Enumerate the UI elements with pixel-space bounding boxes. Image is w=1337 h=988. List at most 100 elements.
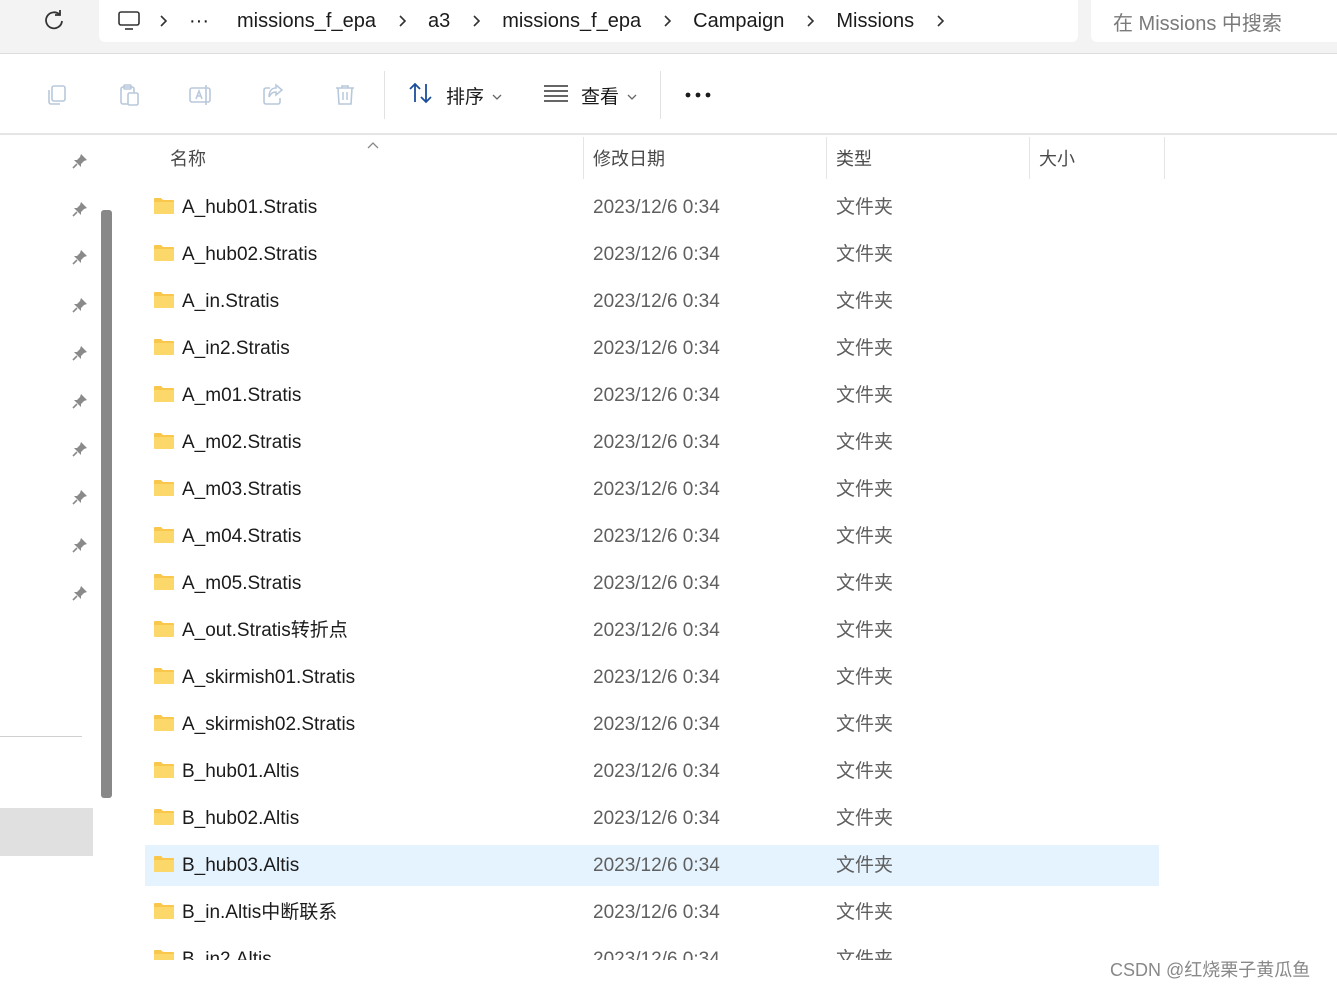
folder-icon: [153, 573, 175, 591]
file-row[interactable]: A_m02.Stratis 2023/12/6 0:34 文件夹: [145, 419, 1159, 466]
more-options-button[interactable]: [678, 75, 718, 115]
file-type: 文件夹: [836, 478, 894, 500]
toolbar-divider: [660, 71, 661, 119]
file-type: 文件夹: [836, 384, 894, 406]
file-row[interactable]: A_m03.Stratis 2023/12/6 0:34 文件夹: [145, 466, 1159, 513]
file-row[interactable]: A_m05.Stratis 2023/12/6 0:34 文件夹: [145, 560, 1159, 607]
delete-icon[interactable]: [329, 79, 361, 111]
file-type: 文件夹: [836, 713, 894, 735]
sort-label: 排序: [446, 85, 485, 108]
file-type: 文件夹: [836, 760, 894, 782]
pin-icon[interactable]: [70, 295, 90, 315]
column-separator[interactable]: [1029, 137, 1030, 179]
file-row[interactable]: B_hub01.Altis 2023/12/6 0:34 文件夹: [145, 748, 1159, 795]
breadcrumb-item-1[interactable]: a3: [424, 0, 454, 42]
breadcrumb-label: Campaign: [693, 9, 785, 32]
file-row[interactable]: A_out.Stratis转折点 2023/12/6 0:34 文件夹: [145, 607, 1159, 654]
breadcrumb-item-0[interactable]: missions_f_epa: [233, 0, 380, 42]
breadcrumb[interactable]: ··· missions_f_epa a3 missions_f_epa Cam…: [99, 0, 1078, 42]
pin-icon[interactable]: [70, 151, 90, 171]
folder-icon: [153, 291, 175, 309]
file-row[interactable]: A_hub01.Stratis 2023/12/6 0:34 文件夹: [145, 184, 1159, 231]
pin-icon[interactable]: [70, 247, 90, 267]
file-name: A_in2.Stratis: [182, 338, 290, 359]
pin-icon[interactable]: [70, 583, 90, 603]
column-modified-label: 修改日期: [593, 149, 665, 170]
breadcrumb-item-2[interactable]: missions_f_epa: [498, 0, 645, 42]
sort-button[interactable]: 排序: [408, 75, 502, 115]
command-bar: 排序 查看: [0, 55, 1337, 135]
file-name: B_hub03.Altis: [182, 855, 300, 876]
chevron-right-icon[interactable]: [380, 0, 424, 42]
computer-icon[interactable]: [117, 0, 141, 42]
column-separator[interactable]: [826, 137, 827, 179]
chevron-right-icon[interactable]: [645, 0, 689, 42]
chevron-right-icon[interactable]: [141, 0, 185, 42]
breadcrumb-label: a3: [427, 9, 451, 32]
chevron-right-icon[interactable]: [788, 0, 832, 42]
file-modified: 2023/12/6 0:34: [593, 808, 720, 829]
refresh-icon[interactable]: [38, 4, 70, 36]
pin-icon[interactable]: [70, 391, 90, 411]
nav-scrollbar[interactable]: [101, 210, 112, 798]
pin-icon[interactable]: [70, 343, 90, 363]
file-row[interactable]: A_in.Stratis 2023/12/6 0:34 文件夹: [145, 278, 1159, 325]
file-row[interactable]: A_skirmish02.Stratis 2023/12/6 0:34 文件夹: [145, 701, 1159, 748]
file-modified: 2023/12/6 0:34: [593, 479, 720, 500]
address-row: ··· missions_f_epa a3 missions_f_epa Cam…: [0, 0, 1337, 54]
file-name: A_m02.Stratis: [182, 432, 302, 453]
breadcrumb-overflow[interactable]: ···: [185, 0, 213, 42]
paste-icon[interactable]: [113, 79, 145, 111]
pin-icon[interactable]: [70, 535, 90, 555]
chevron-right-icon[interactable]: [454, 0, 498, 42]
pin-icon[interactable]: [70, 199, 90, 219]
file-row[interactable]: B_in2.Altis 2023/12/6 0:34 文件夹: [145, 936, 1159, 960]
view-button[interactable]: 查看: [543, 75, 637, 115]
breadcrumb-overflow-label: ···: [189, 9, 209, 32]
chevron-down-icon: [492, 84, 502, 106]
copy-icon[interactable]: [41, 79, 73, 111]
file-row[interactable]: B_in.Altis中断联系 2023/12/6 0:34 文件夹: [145, 889, 1159, 936]
file-row[interactable]: A_skirmish01.Stratis 2023/12/6 0:34 文件夹: [145, 654, 1159, 701]
file-row[interactable]: A_in2.Stratis 2023/12/6 0:34 文件夹: [145, 325, 1159, 372]
breadcrumb-item-4[interactable]: Missions: [832, 0, 918, 42]
file-modified: 2023/12/6 0:34: [593, 526, 720, 547]
file-row[interactable]: B_hub03.Altis 2023/12/6 0:34 文件夹: [145, 845, 1159, 886]
list-view-icon: [543, 83, 569, 108]
share-icon[interactable]: [257, 79, 289, 111]
file-row[interactable]: B_hub02.Altis 2023/12/6 0:34 文件夹: [145, 795, 1159, 842]
file-name: B_in2.Altis: [182, 949, 272, 960]
column-name-label: 名称: [170, 149, 206, 170]
sort-ascending-icon: [366, 137, 380, 149]
file-list: 名称 修改日期 类型 大小 A_hub01.Stratis 2023/12/6 0…: [120, 137, 1337, 960]
folder-icon: [153, 526, 175, 544]
file-name: B_hub01.Altis: [182, 761, 300, 782]
column-header-name[interactable]: 名称: [170, 137, 206, 179]
file-modified: 2023/12/6 0:34: [593, 620, 720, 641]
rename-icon[interactable]: [185, 79, 217, 111]
file-type: 文件夹: [836, 854, 894, 876]
column-separator[interactable]: [1164, 137, 1165, 179]
search-input[interactable]: 在 Missions 中搜索: [1091, 0, 1337, 42]
pin-icon[interactable]: [70, 487, 90, 507]
more-icon: [685, 92, 711, 98]
folder-icon: [153, 902, 175, 920]
breadcrumb-item-3[interactable]: Campaign: [689, 0, 788, 42]
column-header-modified[interactable]: 修改日期: [593, 137, 665, 179]
file-row[interactable]: A_hub02.Stratis 2023/12/6 0:34 文件夹: [145, 231, 1159, 278]
search-placeholder: 在 Missions 中搜索: [1113, 12, 1282, 35]
pin-icon[interactable]: [70, 439, 90, 459]
folder-icon: [153, 385, 175, 403]
column-header-size[interactable]: 大小: [1039, 137, 1075, 179]
column-separator[interactable]: [583, 137, 584, 179]
folder-icon: [153, 714, 175, 732]
file-modified: 2023/12/6 0:34: [593, 667, 720, 688]
file-row[interactable]: A_m04.Stratis 2023/12/6 0:34 文件夹: [145, 513, 1159, 560]
file-modified: 2023/12/6 0:34: [593, 338, 720, 359]
folder-icon: [153, 761, 175, 779]
column-header-type[interactable]: 类型: [836, 137, 872, 179]
chevron-right-icon[interactable]: [918, 0, 962, 42]
nav-item-selected[interactable]: [0, 808, 93, 856]
file-row[interactable]: A_m01.Stratis 2023/12/6 0:34 文件夹: [145, 372, 1159, 419]
file-name: A_m05.Stratis: [182, 573, 302, 594]
